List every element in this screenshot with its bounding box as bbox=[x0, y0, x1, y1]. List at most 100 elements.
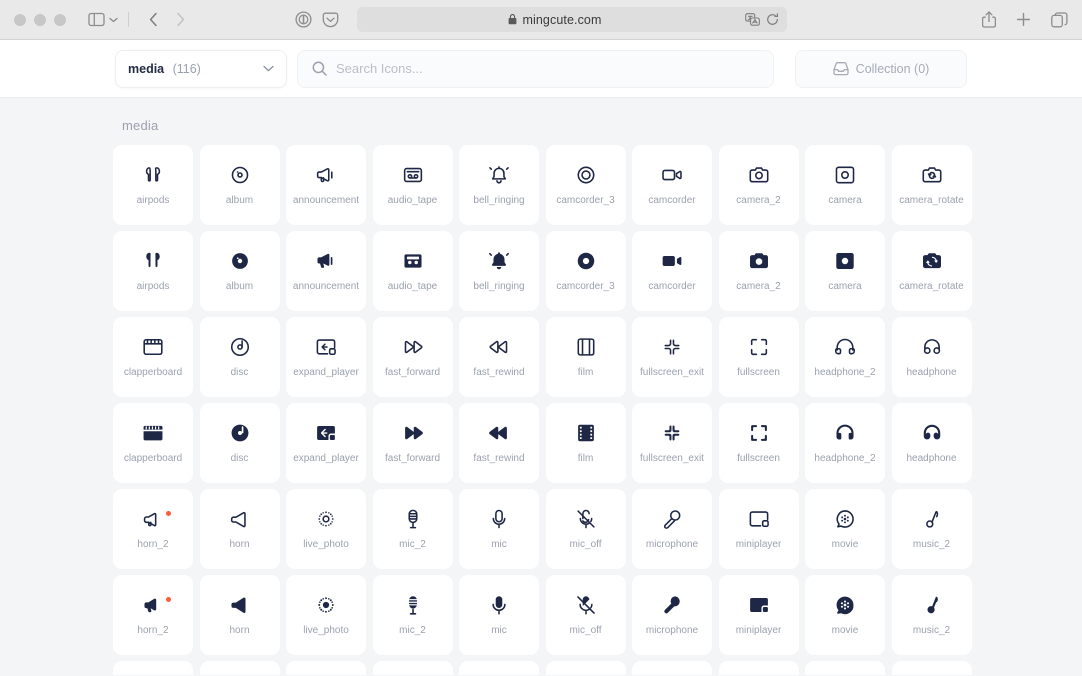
icon-card[interactable]: fast_rewind bbox=[459, 317, 539, 397]
icon-card[interactable]: clapperboard bbox=[113, 317, 193, 397]
icon-card[interactable]: fullscreen bbox=[718, 317, 799, 397]
icon-card[interactable]: horn bbox=[199, 575, 280, 655]
icon-card[interactable]: horn_2 bbox=[113, 575, 193, 655]
icon-label: fast_forward bbox=[384, 453, 441, 464]
icon-card[interactable]: camcorder_3 bbox=[545, 231, 626, 311]
icon-card[interactable]: announcement bbox=[286, 231, 366, 311]
icon-card[interactable]: camcorder bbox=[632, 145, 712, 225]
icon-card[interactable] bbox=[113, 661, 193, 675]
icon-card[interactable]: headphone_2 bbox=[805, 317, 885, 397]
icon-card[interactable]: announcement bbox=[286, 145, 366, 225]
icon-card[interactable]: clapperboard bbox=[113, 403, 193, 483]
icon-card[interactable]: audio_tape bbox=[372, 145, 453, 225]
album-icon bbox=[229, 164, 251, 186]
tab-overview-icon[interactable] bbox=[1051, 11, 1068, 28]
icon-card[interactable]: miniplayer bbox=[718, 575, 799, 655]
icon-card[interactable]: mic_off bbox=[545, 489, 626, 569]
icon-card[interactable]: fullscreen bbox=[718, 403, 799, 483]
icon-card[interactable] bbox=[372, 661, 453, 675]
icon-card[interactable]: music_2 bbox=[891, 575, 972, 655]
icon-card[interactable]: film bbox=[545, 403, 626, 483]
address-bar[interactable]: mingcute.com bbox=[357, 7, 787, 32]
maximize-window-button[interactable] bbox=[54, 13, 66, 26]
icon-card[interactable]: bell_ringing bbox=[459, 231, 539, 311]
icon-card[interactable] bbox=[199, 661, 280, 675]
icon-card[interactable]: fast_forward bbox=[372, 317, 453, 397]
minimize-window-button[interactable] bbox=[34, 13, 46, 26]
icon-card[interactable]: camera_rotate bbox=[891, 231, 972, 311]
icon-card[interactable]: horn_2 bbox=[113, 489, 193, 569]
reader-mode-icon[interactable] bbox=[295, 11, 312, 28]
icon-card[interactable] bbox=[459, 661, 539, 675]
icon-card[interactable]: movie bbox=[805, 489, 885, 569]
icon-card[interactable]: expand_player bbox=[286, 403, 366, 483]
icon-card[interactable] bbox=[286, 661, 366, 675]
icon-card[interactable]: airpods bbox=[113, 231, 193, 311]
icon-card[interactable]: disc bbox=[199, 403, 280, 483]
icon-card[interactable]: fast_forward bbox=[372, 403, 453, 483]
icon-card[interactable] bbox=[632, 661, 712, 675]
icon-card[interactable]: camera bbox=[805, 145, 885, 225]
translate-icon[interactable] bbox=[745, 13, 760, 26]
icon-card[interactable]: mic_off bbox=[545, 575, 626, 655]
search-input[interactable] bbox=[336, 61, 759, 76]
icon-label: headphone_2 bbox=[814, 453, 876, 464]
category-select[interactable]: media (116) bbox=[115, 49, 287, 88]
icon-card[interactable]: headphone bbox=[891, 403, 972, 483]
sidebar-toggle-icon[interactable] bbox=[88, 12, 105, 27]
icon-card[interactable] bbox=[718, 661, 799, 675]
icon-card[interactable]: fast_rewind bbox=[459, 403, 539, 483]
icon-card[interactable]: live_photo bbox=[286, 575, 366, 655]
icon-card[interactable] bbox=[891, 661, 972, 675]
icon-card[interactable]: airpods bbox=[113, 145, 193, 225]
share-icon[interactable] bbox=[982, 11, 996, 28]
reload-icon[interactable] bbox=[766, 13, 779, 26]
icon-card[interactable]: expand_player bbox=[286, 317, 366, 397]
pocket-icon[interactable] bbox=[322, 12, 339, 28]
icon-card[interactable]: camera_2 bbox=[718, 145, 799, 225]
icon-card[interactable]: fullscreen_exit bbox=[632, 317, 712, 397]
collection-button[interactable]: Collection (0) bbox=[795, 49, 967, 88]
icon-card[interactable] bbox=[545, 661, 626, 675]
icon-card[interactable]: camera_2 bbox=[718, 231, 799, 311]
icon-card[interactable]: mic bbox=[459, 489, 539, 569]
collection-label: Collection (0) bbox=[855, 61, 930, 76]
icon-card[interactable]: bell_ringing bbox=[459, 145, 539, 225]
icon-card[interactable]: live_photo bbox=[286, 489, 366, 569]
icon-card[interactable]: camera bbox=[805, 231, 885, 311]
icon-card[interactable]: headphone bbox=[891, 317, 972, 397]
icon-card[interactable]: camcorder bbox=[632, 231, 712, 311]
icon-card[interactable]: disc bbox=[199, 317, 280, 397]
icon-card[interactable]: fullscreen_exit bbox=[632, 403, 712, 483]
back-chevron-icon[interactable] bbox=[149, 12, 158, 27]
icon-card[interactable]: camera_rotate bbox=[891, 145, 972, 225]
icon-card[interactable]: miniplayer bbox=[718, 489, 799, 569]
icon-card[interactable]: horn bbox=[199, 489, 280, 569]
search-box[interactable] bbox=[297, 49, 774, 88]
icon-card[interactable]: headphone_2 bbox=[805, 403, 885, 483]
sidebar-chevron-down-icon[interactable] bbox=[109, 17, 118, 23]
icon-label: audio_tape bbox=[387, 281, 438, 292]
icon-card[interactable]: mic bbox=[459, 575, 539, 655]
icon-card[interactable]: microphone bbox=[632, 575, 712, 655]
close-window-button[interactable] bbox=[14, 13, 26, 26]
headphone-icon bbox=[921, 336, 943, 358]
headphone-2-icon bbox=[834, 422, 856, 444]
icon-card[interactable]: microphone bbox=[632, 489, 712, 569]
icon-label: clapperboard bbox=[123, 367, 183, 378]
icon-card[interactable]: film bbox=[545, 317, 626, 397]
icon-label: fast_rewind bbox=[473, 453, 525, 464]
icon-grid: airpods album announcement audio_tape bell_r… bbox=[0, 145, 1082, 675]
icon-card[interactable]: mic_2 bbox=[372, 575, 453, 655]
icon-card[interactable]: mic_2 bbox=[372, 489, 453, 569]
window-controls[interactable] bbox=[14, 13, 66, 26]
forward-chevron-icon[interactable] bbox=[176, 12, 185, 27]
icon-card[interactable]: movie bbox=[805, 575, 885, 655]
icon-card[interactable]: music_2 bbox=[891, 489, 972, 569]
plus-icon[interactable] bbox=[1016, 12, 1031, 27]
icon-card[interactable]: audio_tape bbox=[372, 231, 453, 311]
icon-card[interactable] bbox=[805, 661, 885, 675]
icon-card[interactable]: camcorder_3 bbox=[545, 145, 626, 225]
icon-card[interactable]: album bbox=[199, 145, 280, 225]
icon-card[interactable]: album bbox=[199, 231, 280, 311]
